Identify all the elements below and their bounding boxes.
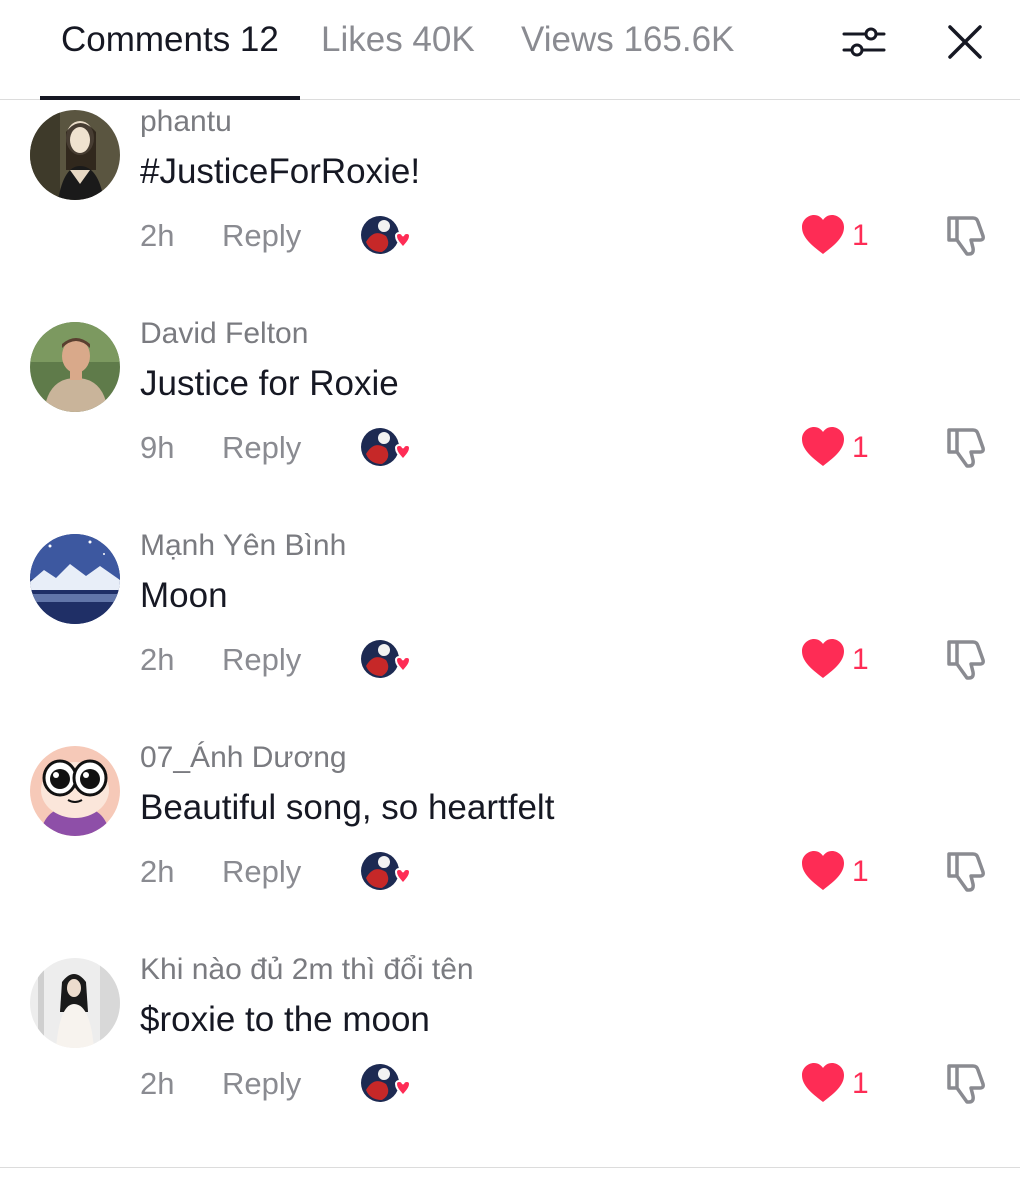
comment-time: 2h xyxy=(140,854,175,889)
thumbs-down-icon[interactable] xyxy=(943,422,991,470)
comment-time: 9h xyxy=(140,430,175,465)
comment-username[interactable]: David Felton xyxy=(140,316,308,352)
comment-username[interactable]: Mạnh Yên Bình xyxy=(140,528,346,564)
like-count: 1 xyxy=(852,1067,869,1100)
like-count: 1 xyxy=(852,431,869,464)
tab-comments[interactable]: Comments 12 xyxy=(61,18,279,62)
thumbs-down-icon[interactable] xyxy=(943,210,991,258)
comment-time: 2h xyxy=(140,218,175,253)
thumbs-down-icon[interactable] xyxy=(943,1058,991,1106)
avatar[interactable] xyxy=(30,534,120,624)
comment-text: #JusticeForRoxie! xyxy=(140,152,421,191)
creator-liked-icon xyxy=(360,636,412,682)
comment-username[interactable]: 07_Ánh Dương xyxy=(140,740,347,776)
comment-item: 07_Ánh Dương Beautiful song, so heartfel… xyxy=(0,741,1020,958)
comment-text: Justice for Roxie xyxy=(140,364,399,403)
divider xyxy=(0,1167,1020,1168)
comment-item: David Felton Justice for Roxie 9h Reply … xyxy=(0,317,1020,534)
avatar[interactable] xyxy=(30,746,120,836)
thumbs-down-icon[interactable] xyxy=(943,634,991,682)
creator-liked-icon xyxy=(360,1060,412,1106)
like-count: 1 xyxy=(852,643,869,676)
comment-time: 2h xyxy=(140,1066,175,1101)
comment-username[interactable]: phantu xyxy=(140,104,232,140)
avatar[interactable] xyxy=(30,958,120,1048)
comment-username[interactable]: Khi nào đủ 2m thì đổi tên xyxy=(140,952,474,988)
comment-text: $roxie to the moon xyxy=(140,1000,430,1039)
like-count: 1 xyxy=(852,855,869,888)
reply-button[interactable]: Reply xyxy=(222,216,301,256)
avatar[interactable] xyxy=(30,322,120,412)
reply-button[interactable]: Reply xyxy=(222,852,301,892)
heart-icon[interactable] xyxy=(800,638,846,680)
creator-liked-icon xyxy=(360,212,412,258)
creator-liked-icon xyxy=(360,848,412,894)
comment-item: phantu #JusticeForRoxie! 2h Reply 1 xyxy=(0,105,1020,322)
heart-icon[interactable] xyxy=(800,426,846,468)
sliders-icon[interactable] xyxy=(840,18,888,66)
comments-header: Comments 12 Likes 40K Views 165.6K xyxy=(0,0,1020,100)
like-count: 1 xyxy=(852,219,869,252)
avatar[interactable] xyxy=(30,110,120,200)
tab-likes[interactable]: Likes 40K xyxy=(321,18,475,62)
heart-icon[interactable] xyxy=(800,214,846,256)
thumbs-down-icon[interactable] xyxy=(943,846,991,894)
reply-button[interactable]: Reply xyxy=(222,1064,301,1104)
close-icon[interactable] xyxy=(941,18,989,66)
heart-icon[interactable] xyxy=(800,850,846,892)
creator-liked-icon xyxy=(360,424,412,470)
comment-item: Khi nào đủ 2m thì đổi tên $roxie to the … xyxy=(0,953,1020,1170)
comment-text: Moon xyxy=(140,576,228,615)
reply-button[interactable]: Reply xyxy=(222,640,301,680)
active-tab-indicator xyxy=(40,96,300,100)
comment-time: 2h xyxy=(140,642,175,677)
comment-item: Mạnh Yên Bình Moon 2h Reply 1 xyxy=(0,529,1020,746)
comment-text: Beautiful song, so heartfelt xyxy=(140,788,555,827)
tab-views[interactable]: Views 165.6K xyxy=(521,18,734,62)
reply-button[interactable]: Reply xyxy=(222,428,301,468)
heart-icon[interactable] xyxy=(800,1062,846,1104)
